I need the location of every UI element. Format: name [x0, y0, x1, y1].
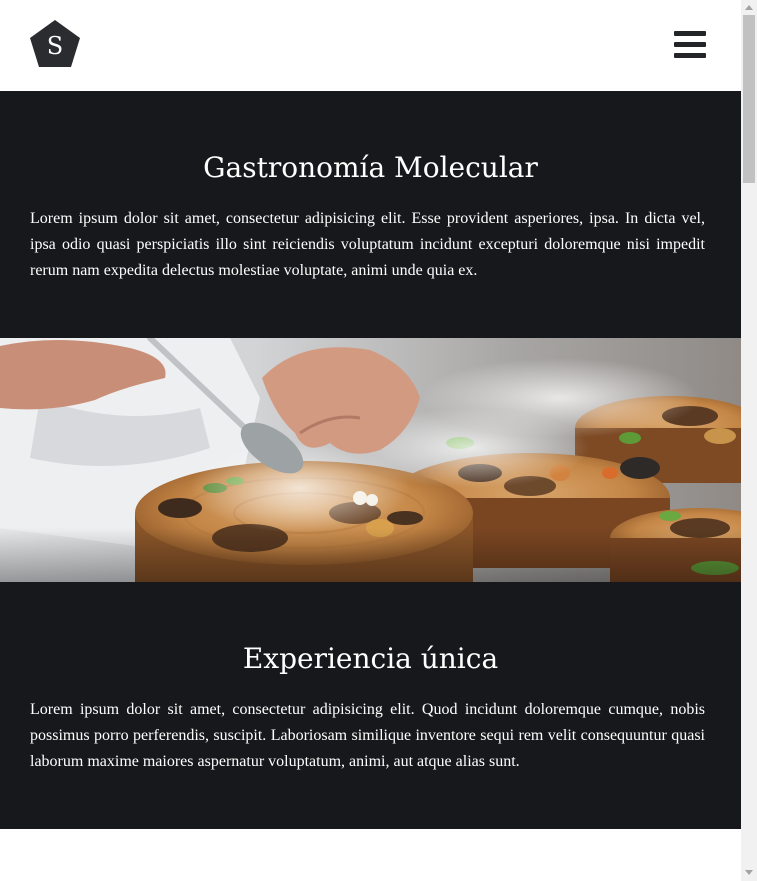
site-logo[interactable]: S [29, 19, 81, 69]
scroll-down-arrow-icon[interactable] [745, 870, 753, 875]
section-molecular-gastronomy: Gastronomía Molecular Lorem ipsum dolor … [0, 91, 741, 338]
section-title: Experiencia única [242, 642, 499, 675]
vertical-scrollbar[interactable] [741, 0, 757, 881]
section-title: Gastronomía Molecular [203, 151, 538, 184]
menu-bar [674, 42, 706, 47]
logo-letter: S [47, 32, 63, 60]
pentagon-logo-icon: S [30, 20, 80, 67]
section-body: Lorem ipsum dolor sit amet, consectetur … [30, 210, 705, 279]
hamburger-menu-icon[interactable] [674, 31, 706, 59]
section-unique-experience: Experiencia única Lorem ipsum dolor sit … [0, 582, 741, 829]
section-body: Lorem ipsum dolor sit amet, consectetur … [30, 701, 705, 770]
menu-bar [674, 31, 706, 36]
page: S Gastronomía Molecular Lorem ipsum dolo… [0, 0, 741, 881]
scroll-up-arrow-icon[interactable] [745, 5, 753, 10]
scrollbar-thumb[interactable] [743, 15, 755, 183]
food-photo [0, 338, 741, 582]
site-header: S [0, 0, 741, 91]
menu-bar [674, 53, 706, 58]
page-bottom-area [0, 829, 741, 881]
chef-plating-image [0, 338, 741, 582]
